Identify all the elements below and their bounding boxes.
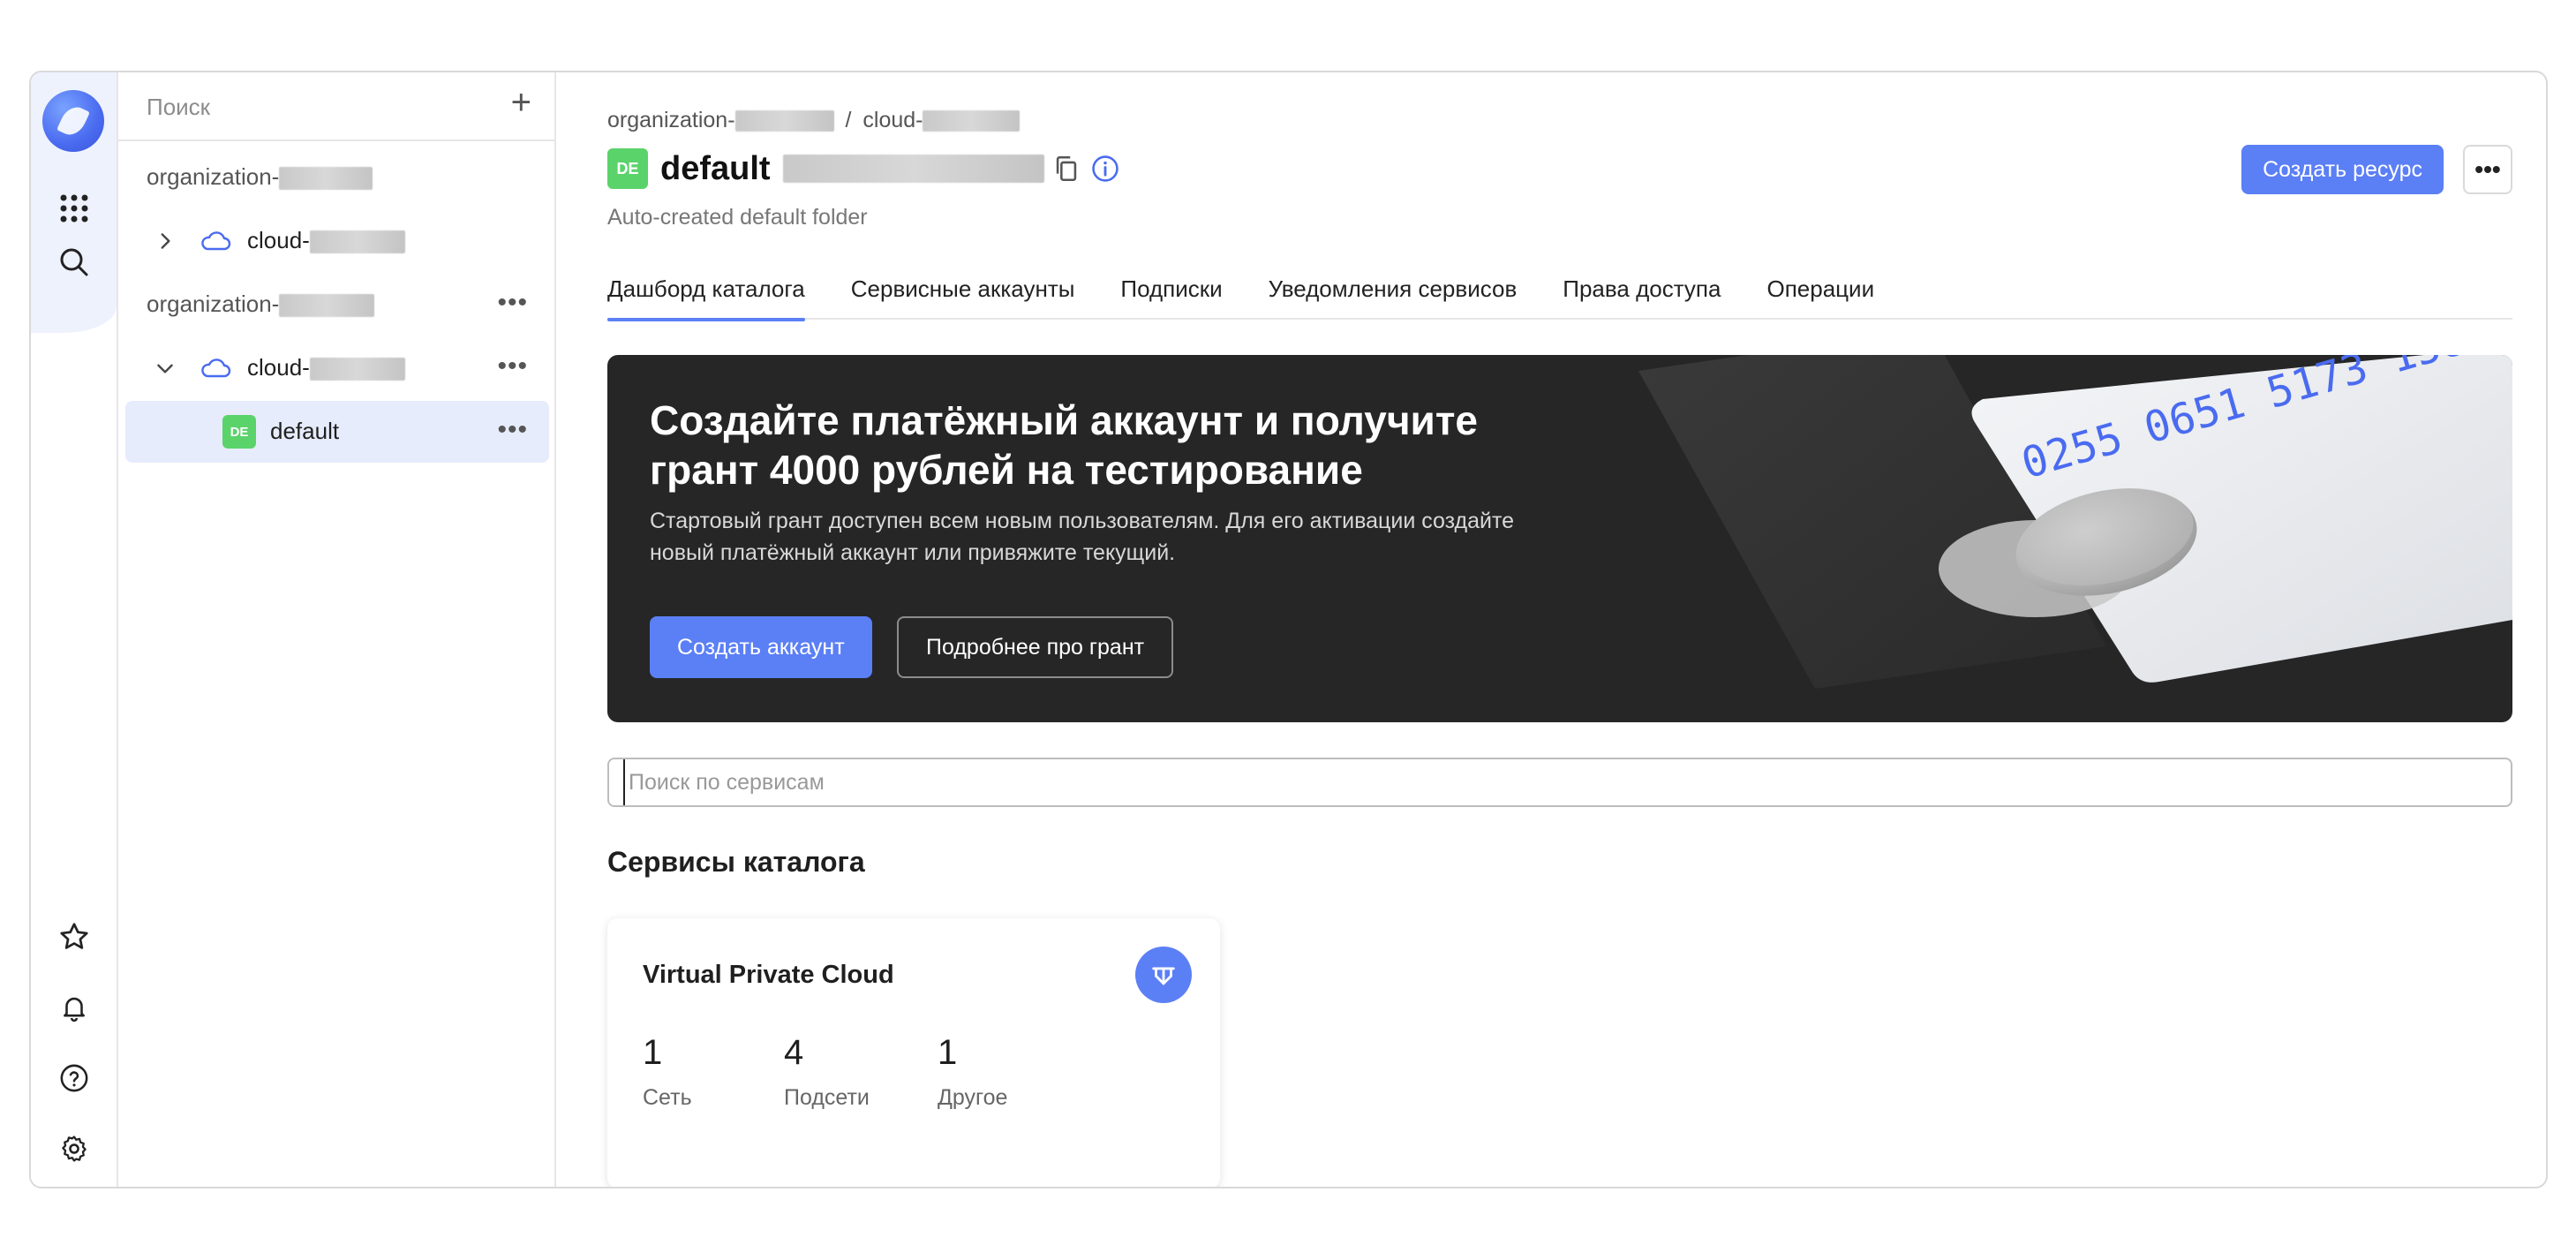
- tree-item-cloud-1[interactable]: cloud-: [125, 210, 549, 272]
- grant-details-button[interactable]: Подробнее про грант: [897, 616, 1174, 678]
- add-icon[interactable]: +: [511, 85, 531, 120]
- credit-card-illustration: 0255 0651 5173 158: [1638, 355, 2512, 689]
- stat-networks: 1 Сеть: [643, 1033, 692, 1110]
- tree-search-placeholder: Поиск: [147, 94, 211, 120]
- breadcrumb: organization- / cloud-: [607, 108, 1021, 133]
- main-content: organization- / cloud- DE default Auto-c…: [558, 72, 2546, 1187]
- icon-rail: [31, 72, 118, 1187]
- service-name: Virtual Private Cloud: [643, 961, 894, 989]
- copy-icon[interactable]: [1051, 154, 1081, 184]
- breadcrumb-cloud[interactable]: cloud-: [862, 108, 1021, 132]
- breadcrumb-org[interactable]: organization-: [607, 108, 834, 132]
- tab-bar: Дашборд каталога Сервисные аккаунты Подп…: [607, 268, 2512, 321]
- folder-badge: DE: [607, 148, 648, 189]
- network-icon: [1135, 947, 1192, 1003]
- services-grid-icon[interactable]: [56, 190, 93, 227]
- promo-text: Стартовый грант доступен всем новым поль…: [650, 509, 1515, 565]
- tree-item-label: cloud-: [247, 354, 405, 381]
- chevron-down-icon[interactable]: [154, 357, 177, 380]
- tree-item-default[interactable]: DE default •••: [125, 401, 549, 463]
- billing-promo-banner: 0255 0651 5173 158 Создайте платёжный ак…: [607, 355, 2512, 722]
- tree-item-organization-2[interactable]: organization- •••: [125, 274, 549, 336]
- tree-item-organization-1[interactable]: organization-: [125, 147, 549, 208]
- more-icon[interactable]: •••: [497, 353, 528, 380]
- tree-item-label: organization-: [147, 290, 375, 318]
- tree-item-label: default: [270, 418, 340, 444]
- tab-service-accounts[interactable]: Сервисные аккаунты: [851, 268, 1075, 320]
- folder-badge: DE: [222, 415, 256, 449]
- promo-title: Создайте платёжный аккаунт и получите гр…: [650, 397, 1478, 493]
- tab-access-rights[interactable]: Права доступа: [1563, 268, 1721, 320]
- service-card-vpc[interactable]: Virtual Private Cloud 1 Сеть 4 Подсети 1…: [607, 918, 1220, 1187]
- service-search-input[interactable]: [623, 759, 2525, 805]
- tab-subscriptions[interactable]: Подписки: [1120, 268, 1222, 320]
- tree-item-cloud-2[interactable]: cloud- •••: [125, 337, 549, 399]
- star-icon[interactable]: [56, 918, 93, 955]
- tree-search[interactable]: Поиск +: [118, 72, 554, 141]
- cloud-icon: [201, 358, 231, 378]
- more-icon[interactable]: •••: [497, 417, 528, 443]
- more-actions-button[interactable]: •••: [2463, 145, 2512, 194]
- app-window: Поиск + organization- cloud- organizatio…: [29, 71, 2548, 1188]
- tab-service-notifications[interactable]: Уведомления сервисов: [1269, 268, 1518, 320]
- bell-icon[interactable]: [56, 989, 93, 1026]
- logo-icon[interactable]: [42, 90, 104, 152]
- page-subtitle: Auto-created default folder: [607, 205, 868, 230]
- settings-gear-icon[interactable]: [56, 1130, 93, 1167]
- tree-item-label: organization-: [147, 163, 373, 191]
- folder-id-hidden: [782, 155, 1044, 183]
- help-icon[interactable]: [56, 1060, 93, 1097]
- create-resource-button[interactable]: Создать ресурс: [2241, 145, 2444, 194]
- stat-other: 1 Другое: [938, 1033, 1008, 1110]
- tab-operations[interactable]: Операции: [1766, 268, 1874, 320]
- stat-subnets: 4 Подсети: [784, 1033, 870, 1110]
- more-icon[interactable]: •••: [497, 290, 528, 316]
- page-title: default: [660, 149, 771, 187]
- chevron-right-icon[interactable]: [154, 230, 177, 253]
- search-icon[interactable]: [56, 244, 93, 281]
- resource-tree: Поиск + organization- cloud- organizatio…: [118, 72, 556, 1187]
- cloud-icon: [201, 231, 231, 251]
- create-account-button[interactable]: Создать аккаунт: [650, 616, 872, 678]
- page-title-row: DE default: [607, 147, 1120, 191]
- service-search[interactable]: [607, 758, 2525, 807]
- tab-dashboard[interactable]: Дашборд каталога: [607, 268, 805, 321]
- tree-item-label: cloud-: [247, 227, 405, 254]
- section-title: Сервисы каталога: [607, 846, 865, 878]
- info-icon[interactable]: [1090, 154, 1120, 184]
